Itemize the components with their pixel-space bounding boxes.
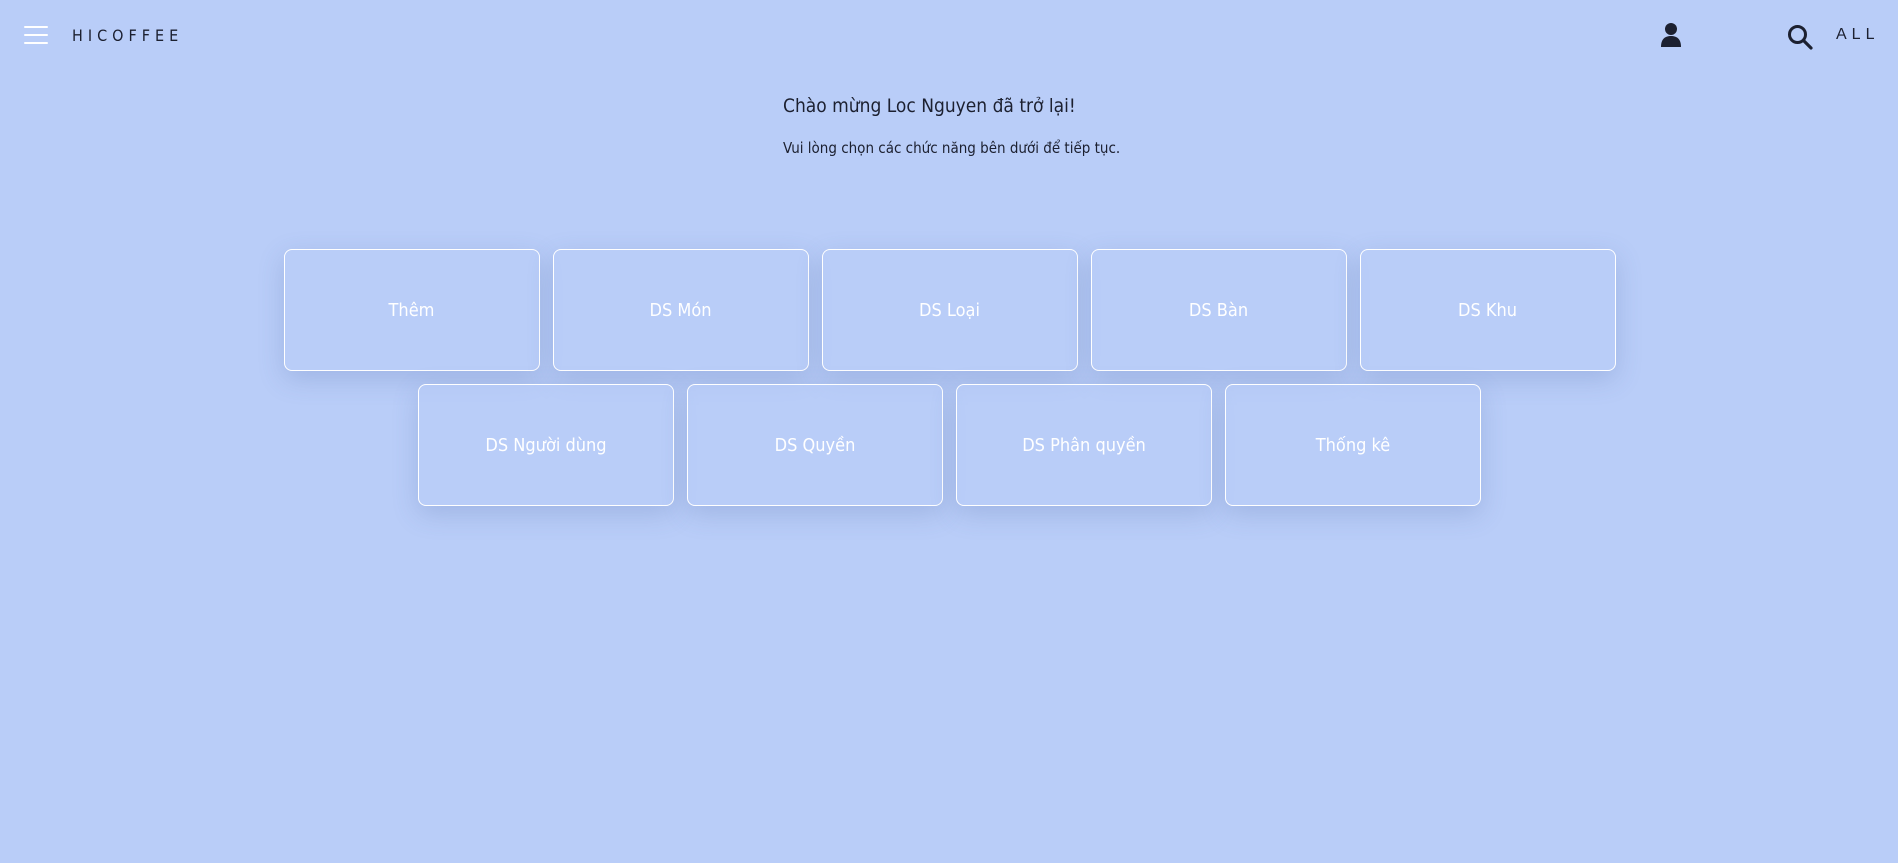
tile-them[interactable]: Thêm: [283, 249, 540, 371]
welcome-subtitle: Vui lòng chọn các chức năng bên dưới để …: [783, 139, 1121, 157]
tile-ds-loai[interactable]: DS Loại: [821, 249, 1078, 371]
all-link[interactable]: ALL: [1836, 26, 1879, 44]
tile-thong-ke[interactable]: Thống kê: [1225, 384, 1481, 506]
hamburger-menu-icon[interactable]: [24, 24, 48, 46]
tile-ds-ban[interactable]: DS Bàn: [1090, 249, 1347, 371]
tile-ds-mon[interactable]: DS Món: [552, 249, 809, 371]
welcome-heading: Chào mừng Loc Nguyen đã trở lại!: [783, 95, 1076, 117]
tile-ds-nguoi-dung[interactable]: DS Người dùng: [418, 384, 674, 506]
user-icon[interactable]: [1660, 22, 1682, 48]
search-icon[interactable]: [1787, 24, 1813, 50]
tiles-row-2: DS Người dùng DS Quyền DS Phân quyền Thố…: [279, 384, 1620, 506]
tiles-row-1: Thêm DS Món DS Loại DS Bàn DS Khu: [279, 249, 1620, 371]
brand-logo-text[interactable]: HICOFFEE: [72, 26, 183, 45]
tile-ds-phan-quyen[interactable]: DS Phân quyền: [956, 384, 1212, 506]
tile-ds-quyen[interactable]: DS Quyền: [687, 384, 943, 506]
top-header: HICOFFEE ALL: [0, 0, 1898, 72]
tile-ds-khu[interactable]: DS Khu: [1359, 249, 1616, 371]
function-tiles: Thêm DS Món DS Loại DS Bàn DS Khu DS Ngư…: [279, 249, 1620, 519]
